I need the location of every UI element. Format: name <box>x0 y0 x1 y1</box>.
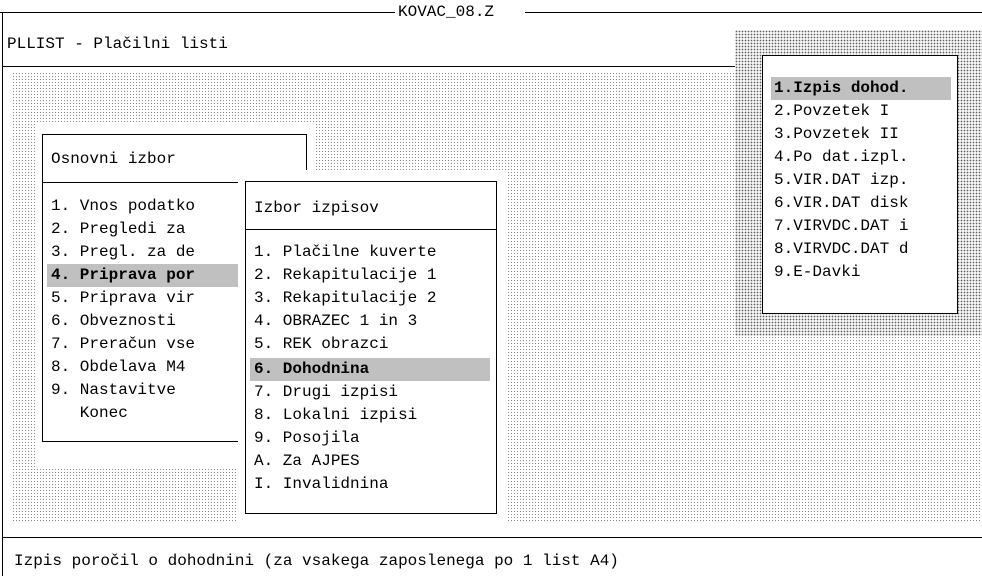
main-menu-item-4[interactable]: 4. Priprava por <box>47 264 241 287</box>
income-menu-item-8[interactable]: 8.VIRVDC.DAT d <box>771 238 908 261</box>
program-title: PLLIST - Plačilni listi <box>7 35 228 53</box>
main-menu-item-7[interactable]: 7. Preračun vse <box>47 333 195 356</box>
main-menu-item-9[interactable]: 9. Nastavitve <box>47 379 176 402</box>
status-bar-text: Izpis poročil o dohodnini (za vsakega za… <box>14 552 619 570</box>
income-menu-item-6[interactable]: 6.VIR.DAT disk <box>771 192 908 215</box>
main-menu-item-6[interactable]: 6. Obveznosti <box>47 310 176 333</box>
income-menu: 1.Izpis dohod. 2.Povzetek I 3.Povzetek I… <box>762 55 958 314</box>
report-menu-item-5[interactable]: 5. REK obrazci <box>250 333 388 356</box>
left-border <box>2 12 3 576</box>
report-menu-item-2[interactable]: 2. Rekapitulacije 1 <box>250 264 436 287</box>
main-menu-item-3[interactable]: 3. Pregl. za de <box>47 241 195 264</box>
top-border-left <box>0 12 395 13</box>
report-menu-item-4[interactable]: 4. OBRAZEC 1 in 3 <box>250 310 417 333</box>
income-menu-item-3[interactable]: 3.Povzetek II <box>771 123 899 146</box>
income-menu-item-9[interactable]: 9.E-Davki <box>771 261 860 284</box>
income-menu-item-4[interactable]: 4.Po dat.izpl. <box>771 146 908 169</box>
income-menu-item-2[interactable]: 2.Povzetek I <box>771 100 889 123</box>
income-menu-item-5[interactable]: 5.VIR.DAT izp. <box>771 169 908 192</box>
main-menu-item-exit[interactable]: Konec <box>47 402 128 425</box>
report-menu-item-9[interactable]: 9. Posojila <box>250 427 360 450</box>
report-menu-title: Izbor izpisov <box>254 199 379 217</box>
main-menu-item-1[interactable]: 1. Vnos podatko <box>47 195 195 218</box>
main-menu-item-5[interactable]: 5. Priprava vir <box>47 287 195 310</box>
window-title: KOVAC_08.Z <box>398 3 495 21</box>
report-menu-item-a[interactable]: A. Za AJPES <box>250 450 360 473</box>
income-menu-item-7[interactable]: 7.VIRVDC.DAT i <box>771 215 908 238</box>
income-menu-item-1[interactable]: 1.Izpis dohod. <box>771 77 951 100</box>
report-menu-item-6[interactable]: 6. Dohodnina <box>250 358 490 381</box>
report-menu-item-3[interactable]: 3. Rekapitulacije 2 <box>250 287 436 310</box>
report-menu-separator <box>246 229 496 230</box>
report-menu-item-1[interactable]: 1. Plačilne kuverte <box>250 241 436 264</box>
main-menu-title: Osnovni izbor <box>51 150 176 168</box>
report-menu-item-8[interactable]: 8. Lokalni izpisi <box>250 404 417 427</box>
report-menu-item-i[interactable]: I. Invalidnina <box>250 473 388 496</box>
main-menu-item-8[interactable]: 8. Obdelava M4 <box>47 356 185 379</box>
top-border-right <box>525 12 982 13</box>
report-menu: Izbor izpisov 1. Plačilne kuverte 2. Rek… <box>245 181 497 514</box>
report-menu-item-7[interactable]: 7. Drugi izpisi <box>250 381 398 404</box>
status-separator <box>2 537 982 538</box>
main-menu-item-2[interactable]: 2. Pregledi za <box>47 218 185 241</box>
